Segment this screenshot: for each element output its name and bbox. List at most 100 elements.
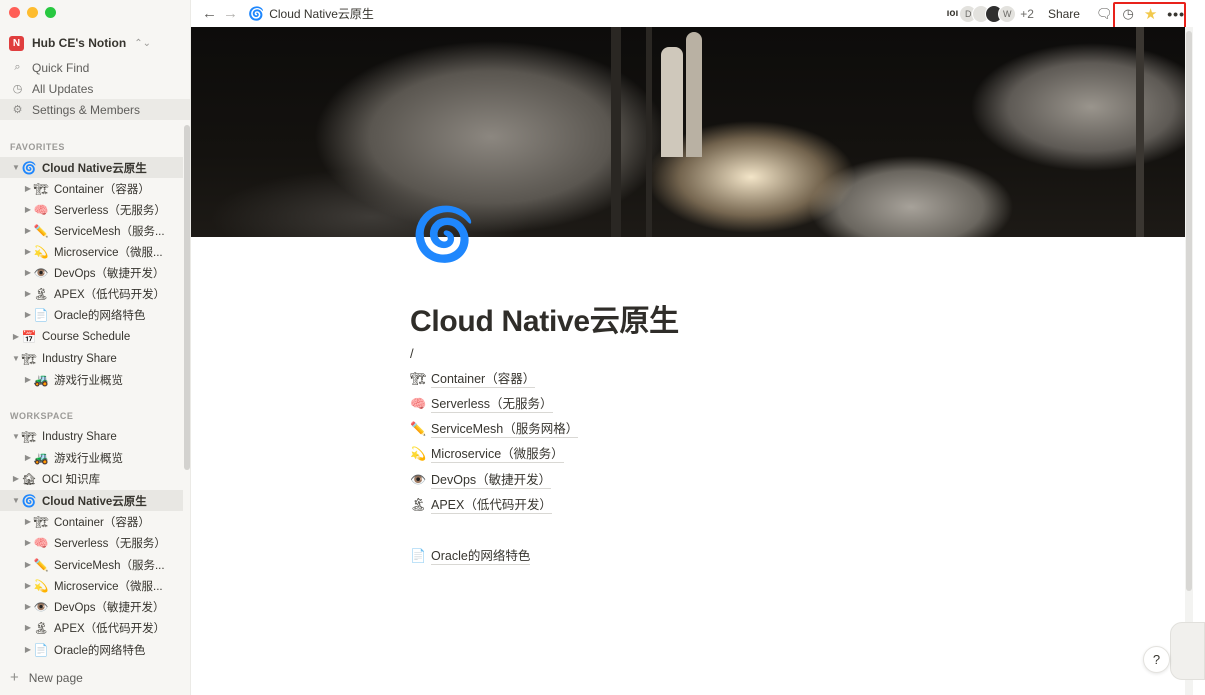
sidebar-item-container[interactable]: ▶ 🏗 Container（容器） xyxy=(0,511,183,532)
document-icon: 📄 xyxy=(33,307,49,322)
caret-right-icon[interactable]: ▶ xyxy=(23,268,33,277)
settings-members-button[interactable]: ⚙ Settings & Members xyxy=(0,99,191,120)
avatar[interactable]: W xyxy=(998,4,1017,23)
sidebar-item-microservice[interactable]: ▶ 💫 Microservice（微服... xyxy=(0,241,183,262)
extra-members-count[interactable]: +2 xyxy=(1020,7,1034,21)
caret-right-icon[interactable]: ▶ xyxy=(23,184,33,193)
page-link-label: ServiceMesh（服务网格） xyxy=(431,421,579,438)
sidebar-item-oracle-network[interactable]: ▶ 📄 Oracle的网络特色 xyxy=(0,304,183,325)
minimize-window-button[interactable] xyxy=(27,7,38,18)
sidebar-item-serverless[interactable]: ▶ 🧠 Serverless（无服务） xyxy=(0,532,183,553)
page-link-servicemesh[interactable]: ✏️ ServiceMesh（服务网格） xyxy=(410,418,579,440)
sidebar-item-servicemesh[interactable]: ▶ ✏️ ServiceMesh（服务... xyxy=(0,554,183,575)
caret-right-icon[interactable]: ▶ xyxy=(23,289,33,298)
presence-avatars[interactable]: ıoı D W +2 xyxy=(947,4,1034,23)
sidebar-item-label: Cloud Native云原生 xyxy=(42,495,147,508)
caret-right-icon[interactable]: ▶ xyxy=(11,474,21,483)
new-page-button[interactable]: + New page xyxy=(10,669,83,686)
comment-icon[interactable]: 🗨 xyxy=(1096,6,1113,22)
workspace-switcher[interactable]: N Hub CE's Notion ⌃⌄ xyxy=(9,33,182,53)
caret-right-icon[interactable]: ▶ xyxy=(23,538,33,547)
scrollbar-thumb[interactable] xyxy=(1186,31,1192,591)
all-updates-button[interactable]: ◷ All Updates xyxy=(0,78,191,99)
zoom-window-button[interactable] xyxy=(45,7,56,18)
page-link-microservice[interactable]: 💫 Microservice（微服务） xyxy=(410,443,564,465)
caret-right-icon[interactable]: ▶ xyxy=(23,375,33,384)
caret-right-icon[interactable]: ▶ xyxy=(23,581,33,590)
forward-arrow-icon[interactable]: → xyxy=(223,5,238,22)
page-link-container[interactable]: 🏗 Container（容器） xyxy=(410,368,536,390)
sidebar-item-cloud-native[interactable]: ▼ 🌀 Cloud Native云原生 xyxy=(0,490,183,511)
sidebar-item-oracle-network[interactable]: ▶ 📄 Oracle的网络特色 xyxy=(0,639,183,660)
caret-right-icon[interactable]: ▶ xyxy=(23,560,33,569)
breadcrumb[interactable]: 🌀 Cloud Native云原生 xyxy=(248,5,374,22)
cover-image[interactable] xyxy=(191,27,1185,237)
sidebar-item-course-schedule[interactable]: ▶ 📅 Course Schedule xyxy=(0,326,183,347)
back-arrow-icon[interactable]: ← xyxy=(202,5,217,22)
document-icon: 📄 xyxy=(410,548,427,563)
construction-icon: 🏗 xyxy=(21,351,37,366)
sidebar-item-game-industry[interactable]: ▶ 🚜 游戏行业概览 xyxy=(0,369,183,390)
sidebar-item-label: Microservice（微服... xyxy=(54,580,163,593)
caret-right-icon[interactable]: ▶ xyxy=(23,602,33,611)
sidebar-item-serverless[interactable]: ▶ 🧠 Serverless（无服务） xyxy=(0,199,183,220)
sidebar-item-label: DevOps（敏捷开发） xyxy=(54,267,165,280)
sidebar-item-microservice[interactable]: ▶ 💫 Microservice（微服... xyxy=(0,575,183,596)
island-icon: 🏝 xyxy=(33,620,49,635)
close-window-button[interactable] xyxy=(9,7,20,18)
dizzy-icon: 💫 xyxy=(410,446,427,461)
sidebar-item-apex[interactable]: ▶ 🏝 APEX（低代码开发） xyxy=(0,283,183,304)
sidebar-item-oci-kb[interactable]: ▶ 🏚 OCI 知识库 xyxy=(0,468,183,489)
sidebar-item-industry-share[interactable]: ▼ 🏗 Industry Share xyxy=(0,426,183,447)
caret-right-icon[interactable]: ▶ xyxy=(23,247,33,256)
sidebar-item-devops[interactable]: ▶ 👁️ DevOps（敏捷开发） xyxy=(0,596,183,617)
caret-down-icon[interactable]: ▼ xyxy=(11,432,21,441)
sidebar-item-industry-share[interactable]: ▼ 🏗 Industry Share xyxy=(0,348,183,369)
chevron-updown-icon: ⌃⌄ xyxy=(134,37,151,49)
slash-command-text[interactable]: / xyxy=(410,346,414,361)
page-icon[interactable]: 🌀 xyxy=(411,205,476,265)
sidebar-item-servicemesh[interactable]: ▶ ✏️ ServiceMesh（服务... xyxy=(0,220,183,241)
caret-right-icon[interactable]: ▶ xyxy=(23,517,33,526)
page-link-label: Container（容器） xyxy=(431,371,536,388)
page-link-apex[interactable]: 🏝 APEX（低代码开发） xyxy=(410,494,552,516)
caret-down-icon[interactable]: ▼ xyxy=(11,163,21,172)
sidebar-item-label: Microservice（微服... xyxy=(54,246,163,259)
caret-right-icon[interactable]: ▶ xyxy=(11,332,21,341)
sidebar-item-label: Serverless（无服务） xyxy=(54,204,166,217)
page-link-serverless[interactable]: 🧠 Serverless（无服务） xyxy=(410,393,553,415)
sidebar-item-cloud-native[interactable]: ▼ 🌀 Cloud Native云原生 xyxy=(0,157,183,178)
main-scrollbar[interactable] xyxy=(1185,27,1193,695)
sidebar-scrollbar[interactable] xyxy=(184,125,190,470)
caret-right-icon[interactable]: ▶ xyxy=(23,623,33,632)
caret-down-icon[interactable]: ▼ xyxy=(11,354,21,363)
page-link-oracle-network[interactable]: 📄 Oracle的网络特色 xyxy=(410,545,531,567)
launch-tower xyxy=(1136,27,1144,237)
topbar: ← → 🌀 Cloud Native云原生 ıoı D W +2 Share 🗨… xyxy=(191,0,1205,27)
caret-right-icon[interactable]: ▶ xyxy=(23,645,33,654)
page-link-label: Microservice（微服务） xyxy=(431,446,564,463)
sidebar-item-container[interactable]: ▶ 🏗 Container（容器） xyxy=(0,178,183,199)
page-title[interactable]: Cloud Native云原生 xyxy=(410,296,679,340)
construction-icon: 🏗 xyxy=(21,429,37,444)
construction-icon: 🏗 xyxy=(410,371,427,386)
workspace-name: Hub CE's Notion xyxy=(32,36,127,50)
page-link-devops[interactable]: 👁️ DevOps（敏捷开发） xyxy=(410,469,552,491)
island-icon: 🏝 xyxy=(410,497,427,512)
caret-right-icon[interactable]: ▶ xyxy=(23,226,33,235)
sidebar-item-apex[interactable]: ▶ 🏝 APEX（低代码开发） xyxy=(0,617,183,638)
caret-right-icon[interactable]: ▶ xyxy=(23,453,33,462)
caret-down-icon[interactable]: ▼ xyxy=(11,496,21,505)
document-icon: 📄 xyxy=(33,642,49,657)
share-button[interactable]: Share xyxy=(1048,7,1080,21)
sidebar-item-game-industry[interactable]: ▶ 🚜 游戏行业概览 xyxy=(0,447,183,468)
help-button[interactable]: ? xyxy=(1143,646,1170,673)
new-page-label: New page xyxy=(28,670,83,685)
tractor-icon: 🚜 xyxy=(33,372,49,387)
calendar-icon: 📅 xyxy=(21,329,37,344)
sidebar-item-devops[interactable]: ▶ 👁️ DevOps（敏捷开发） xyxy=(0,262,183,283)
quick-find-button[interactable]: ⌕ Quick Find xyxy=(0,57,191,78)
side-panel-handle[interactable] xyxy=(1170,622,1205,680)
caret-right-icon[interactable]: ▶ xyxy=(23,205,33,214)
caret-right-icon[interactable]: ▶ xyxy=(23,310,33,319)
